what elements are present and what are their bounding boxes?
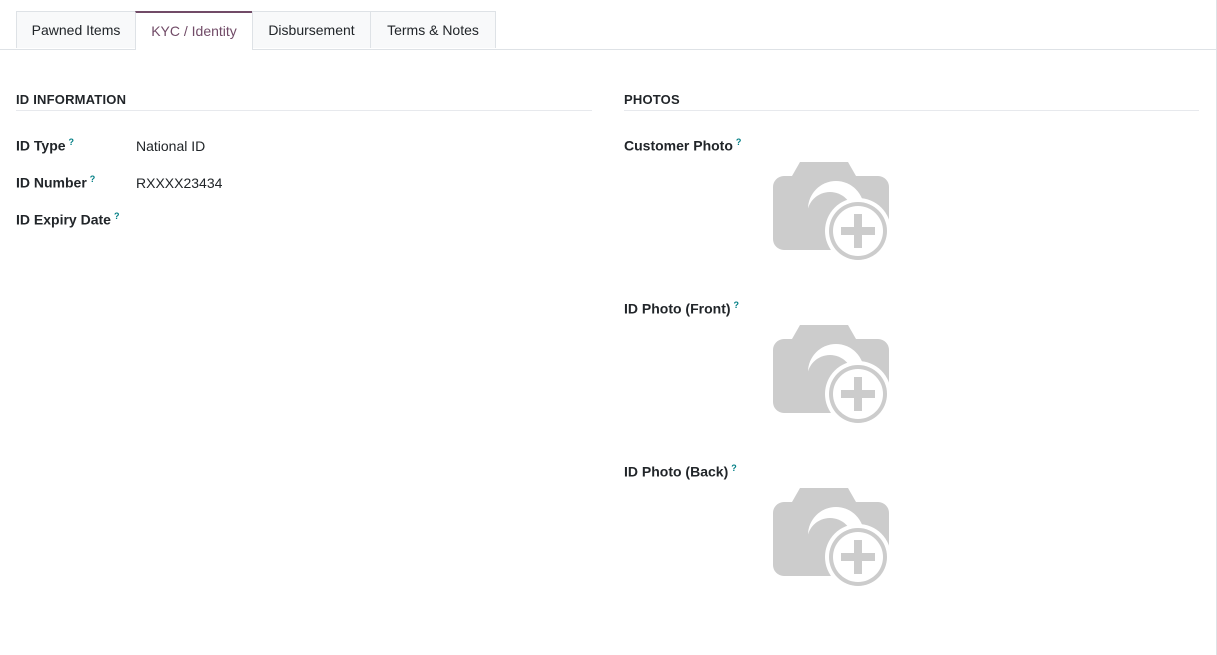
id-photo-back-help-icon[interactable]: ?	[731, 463, 737, 473]
id-photo-front-label: ID Photo (Front)?	[624, 300, 739, 317]
id-photo-back-upload[interactable]	[770, 485, 892, 591]
id-expiry-date-help-icon[interactable]: ?	[114, 211, 120, 221]
id-type-value[interactable]: National ID	[136, 138, 205, 154]
id-photo-back-label: ID Photo (Back)?	[624, 463, 737, 480]
id-type-help-icon[interactable]: ?	[69, 137, 75, 147]
customer-photo-label-text: Customer Photo	[624, 137, 733, 154]
camera-add-icon	[773, 162, 891, 264]
tab-pawned-items[interactable]: Pawned Items	[16, 11, 136, 48]
camera-add-icon	[773, 325, 891, 427]
kyc-form-page: Pawned Items KYC / Identity Disbursement…	[0, 0, 1217, 655]
id-photo-front-label-text: ID Photo (Front)	[624, 300, 731, 317]
id-number-value[interactable]: RXXXX23434	[136, 175, 222, 191]
id-expiry-date-value[interactable]	[136, 212, 436, 230]
tab-terms-notes[interactable]: Terms & Notes	[370, 11, 496, 48]
tab-kyc-identity[interactable]: KYC / Identity	[135, 11, 253, 50]
customer-photo-help-icon[interactable]: ?	[736, 137, 742, 147]
customer-photo-label: Customer Photo?	[624, 137, 741, 154]
camera-add-icon	[773, 488, 891, 590]
id-photo-front-help-icon[interactable]: ?	[734, 300, 740, 310]
id-photo-back-label-text: ID Photo (Back)	[624, 463, 729, 480]
photos-heading: PHOTOS	[624, 92, 1199, 111]
notebook-tabs: Pawned Items KYC / Identity Disbursement…	[0, 11, 1217, 50]
id-photo-front-upload[interactable]	[770, 322, 892, 428]
id-number-label: ID Number?	[16, 174, 95, 191]
id-number-help-icon[interactable]: ?	[90, 174, 96, 184]
id-expiry-date-label-text: ID Expiry Date	[16, 211, 111, 228]
id-expiry-date-label: ID Expiry Date?	[16, 211, 119, 228]
id-information-heading: ID INFORMATION	[16, 92, 592, 111]
id-type-label-text: ID Type	[16, 137, 66, 154]
id-type-label: ID Type?	[16, 137, 74, 154]
tab-disbursement[interactable]: Disbursement	[252, 11, 371, 48]
id-number-label-text: ID Number	[16, 174, 87, 191]
customer-photo-upload[interactable]	[770, 159, 892, 265]
